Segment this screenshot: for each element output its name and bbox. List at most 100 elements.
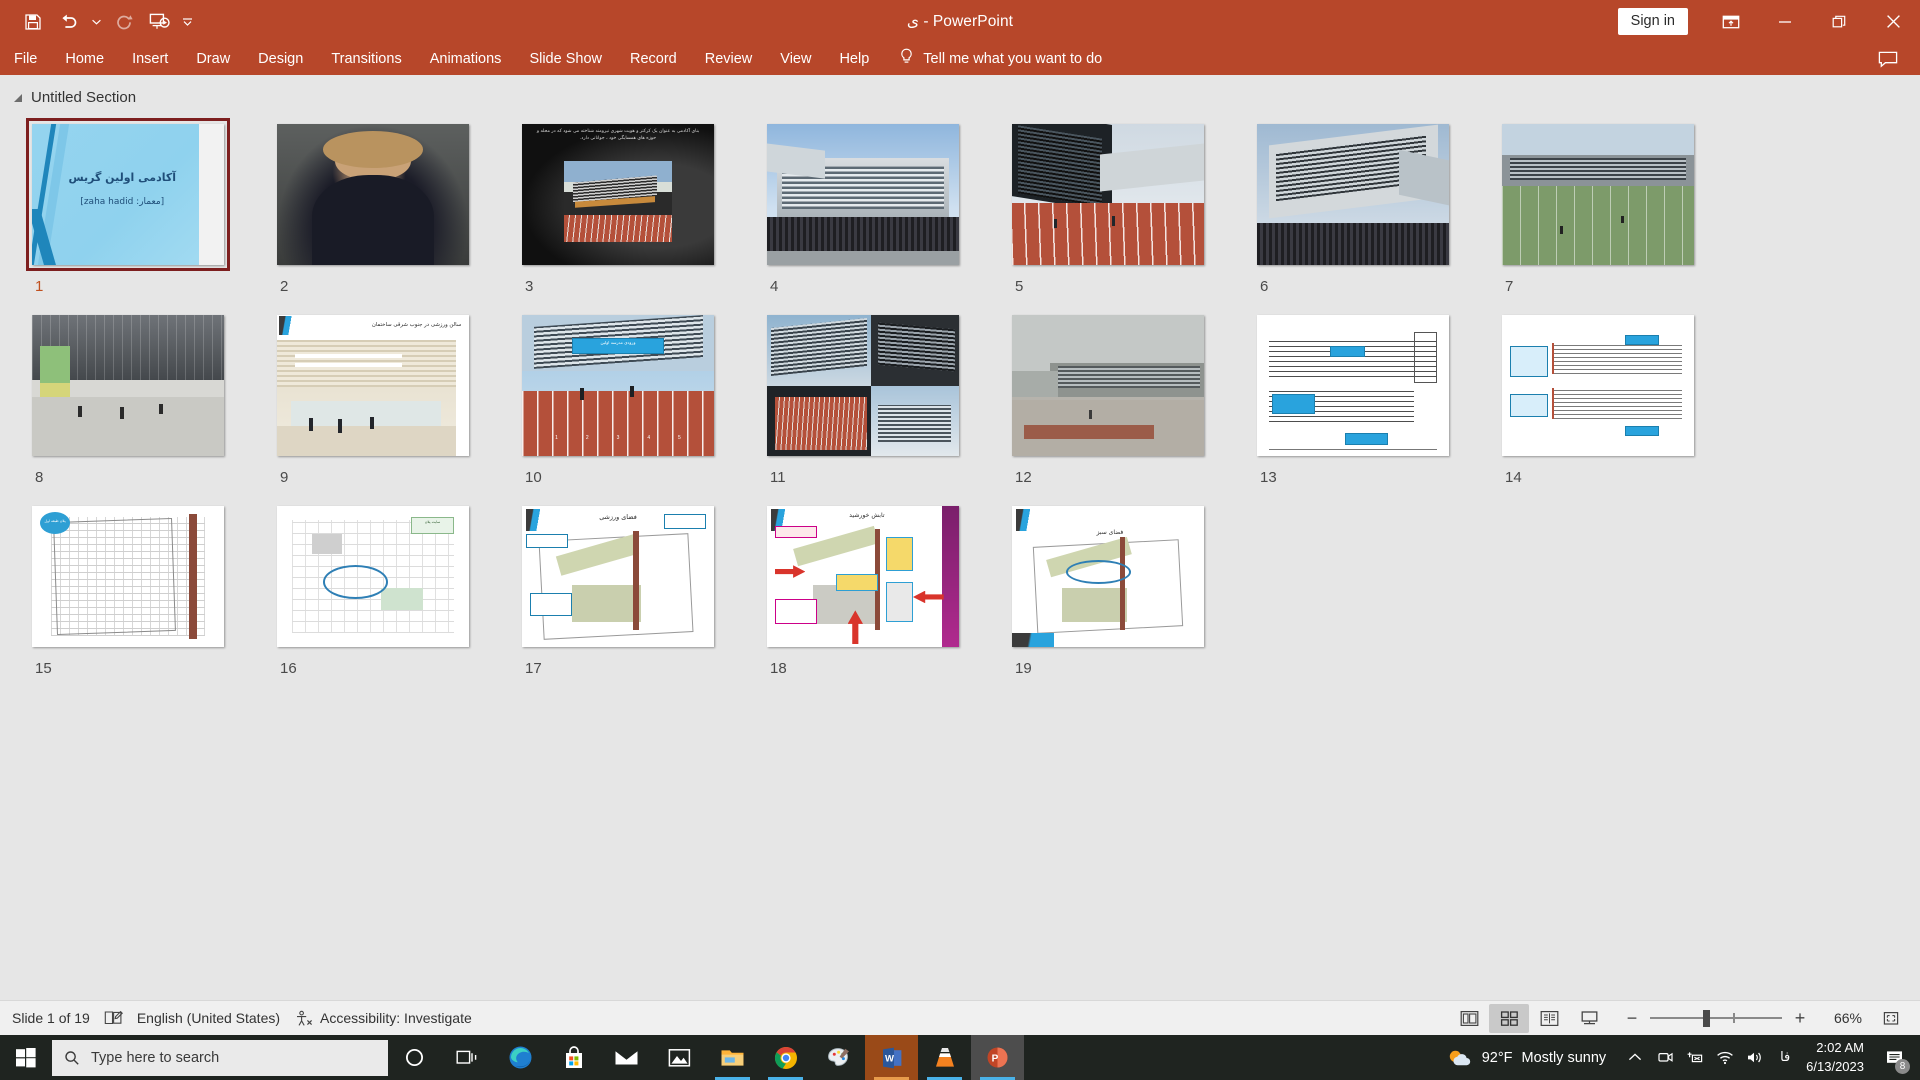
word-icon[interactable]: W	[865, 1035, 918, 1080]
slide-thumbnail-2[interactable]: 2	[271, 118, 516, 295]
slide-14-frame[interactable]	[1496, 309, 1700, 462]
tab-file[interactable]: File	[0, 43, 51, 75]
tab-transitions[interactable]: Transitions	[317, 43, 415, 75]
file-explorer-icon[interactable]	[706, 1035, 759, 1080]
redo-icon[interactable]	[107, 6, 141, 38]
slide-show-button[interactable]	[1569, 1004, 1609, 1033]
language-status[interactable]: English (United States)	[137, 1010, 294, 1026]
tab-animations[interactable]: Animations	[416, 43, 516, 75]
tell-me-search[interactable]: Tell me what you want to do	[883, 43, 1114, 75]
slide-thumbnail-1[interactable]: آکادمی اولین گریس [معمار: zaha hadid] 1	[26, 118, 271, 295]
zoom-slider-handle[interactable]	[1703, 1010, 1710, 1027]
slide-18-frame[interactable]: تابش خورشید	[761, 500, 965, 653]
slide-4-frame[interactable]	[761, 118, 965, 271]
ribbon-display-options-icon[interactable]	[1704, 0, 1758, 43]
slide-2-frame[interactable]	[271, 118, 475, 271]
comments-icon[interactable]	[1868, 43, 1908, 75]
slide-16-frame[interactable]: سایت پلان	[271, 500, 475, 653]
customize-quick-access-icon[interactable]	[179, 6, 196, 38]
slide-thumbnail-11[interactable]: 11	[761, 309, 1006, 486]
clock[interactable]: 2:02 AM 6/13/2023	[1800, 1039, 1876, 1077]
task-view-icon[interactable]	[441, 1035, 494, 1080]
slide-thumbnail-12[interactable]: 12	[1006, 309, 1251, 486]
network-disconnected-icon[interactable]	[1680, 1035, 1710, 1080]
edge-icon[interactable]	[494, 1035, 547, 1080]
slide-sorter-view-button[interactable]	[1489, 1004, 1529, 1033]
tab-view[interactable]: View	[766, 43, 825, 75]
slide-thumbnail-17[interactable]: فضای ورزشی 17	[516, 500, 761, 677]
slide-12-frame[interactable]	[1006, 309, 1210, 462]
fit-to-window-button[interactable]	[1872, 1004, 1910, 1033]
photos-icon[interactable]	[653, 1035, 706, 1080]
slide-thumbnail-19[interactable]: فضای سبز 19	[1006, 500, 1251, 677]
camera-icon[interactable]	[1650, 1035, 1680, 1080]
close-icon[interactable]	[1866, 0, 1920, 43]
slide-17-frame[interactable]: فضای ورزشی	[516, 500, 720, 653]
tab-home[interactable]: Home	[51, 43, 118, 75]
slide-thumbnail-8[interactable]: 8	[26, 309, 271, 486]
slide-5-frame[interactable]	[1006, 118, 1210, 271]
tab-draw[interactable]: Draw	[182, 43, 244, 75]
zoom-slider[interactable]	[1650, 1009, 1782, 1027]
slide-thumbnail-9[interactable]: سالن ورزشی در جنوب شرقی ساختمان 9	[271, 309, 516, 486]
slide-8-frame[interactable]	[26, 309, 230, 462]
notifications-icon[interactable]: 8	[1876, 1035, 1912, 1080]
slide-thumbnail-16[interactable]: سایت پلان 16	[271, 500, 516, 677]
tab-insert[interactable]: Insert	[118, 43, 182, 75]
slide-thumbnail-6[interactable]: 6	[1251, 118, 1496, 295]
accessibility-status[interactable]: Accessibility: Investigate	[294, 1010, 486, 1027]
slide-3-frame[interactable]: بنای آکادمی به عنوان یک کرکتر و هویت شهر…	[516, 118, 720, 271]
slide-6-frame[interactable]	[1251, 118, 1455, 271]
notes-icon[interactable]	[104, 1010, 137, 1026]
cortana-icon[interactable]	[388, 1035, 441, 1080]
chrome-icon[interactable]	[759, 1035, 812, 1080]
section-header[interactable]: Untitled Section	[0, 75, 1920, 106]
minimize-icon[interactable]	[1758, 0, 1812, 43]
tab-design[interactable]: Design	[244, 43, 317, 75]
start-presentation-icon[interactable]	[143, 6, 177, 38]
microsoft-store-icon[interactable]	[547, 1035, 600, 1080]
slide-thumbnail-15[interactable]: پلان طبقه اول 15	[26, 500, 271, 677]
wifi-icon[interactable]	[1710, 1035, 1740, 1080]
zoom-level[interactable]: 66%	[1818, 1010, 1862, 1026]
undo-icon[interactable]	[52, 6, 86, 38]
language-icon[interactable]: فا	[1770, 1035, 1800, 1080]
zoom-control[interactable]: − + 66%	[1625, 1008, 1862, 1029]
slide-7-frame[interactable]	[1496, 118, 1700, 271]
start-button-icon[interactable]	[0, 1035, 52, 1080]
volume-icon[interactable]	[1740, 1035, 1770, 1080]
slide-1-frame[interactable]: آکادمی اولین گریس [معمار: zaha hadid]	[26, 118, 230, 271]
slide-thumbnail-18[interactable]: تابش خورشید 18	[761, 500, 1006, 677]
reading-view-button[interactable]	[1529, 1004, 1569, 1033]
slide-thumbnail-3[interactable]: بنای آکادمی به عنوان یک کرکتر و هویت شهر…	[516, 118, 761, 295]
slide-19-frame[interactable]: فضای سبز	[1006, 500, 1210, 653]
tab-slide-show[interactable]: Slide Show	[515, 43, 616, 75]
slide-15-frame[interactable]: پلان طبقه اول	[26, 500, 230, 653]
mail-icon[interactable]	[600, 1035, 653, 1080]
show-hidden-icons-icon[interactable]	[1620, 1035, 1650, 1080]
slide-9-frame[interactable]: سالن ورزشی در جنوب شرقی ساختمان	[271, 309, 475, 462]
undo-dropdown-icon[interactable]	[88, 6, 105, 38]
slide-11-frame[interactable]	[761, 309, 965, 462]
restore-icon[interactable]	[1812, 0, 1866, 43]
weather-widget[interactable]: 92°F Mostly sunny	[1447, 1048, 1620, 1068]
slide-thumbnail-13[interactable]: 13	[1251, 309, 1496, 486]
slide-thumbnail-14[interactable]: 14	[1496, 309, 1741, 486]
slide-sorter-workspace[interactable]: Untitled Section آکادمی اولین گریس [معما…	[0, 75, 1920, 1000]
paint-icon[interactable]	[812, 1035, 865, 1080]
slide-thumbnail-4[interactable]: 4	[761, 118, 1006, 295]
normal-view-button[interactable]	[1449, 1004, 1489, 1033]
tab-help[interactable]: Help	[825, 43, 883, 75]
section-collapse-icon[interactable]	[14, 94, 22, 102]
tab-review[interactable]: Review	[691, 43, 767, 75]
taskbar-search[interactable]: Type here to search	[52, 1040, 388, 1076]
slide-10-frame[interactable]: ورودی مدرسه اولین 12345	[516, 309, 720, 462]
vlc-icon[interactable]	[918, 1035, 971, 1080]
slide-thumbnail-7[interactable]: 7	[1496, 118, 1741, 295]
save-icon[interactable]	[16, 6, 50, 38]
slide-counter[interactable]: Slide 1 of 19	[12, 1010, 104, 1026]
sign-in-button[interactable]: Sign in	[1618, 8, 1688, 35]
slide-13-frame[interactable]	[1251, 309, 1455, 462]
powerpoint-icon[interactable]: P	[971, 1035, 1024, 1080]
tab-record[interactable]: Record	[616, 43, 691, 75]
